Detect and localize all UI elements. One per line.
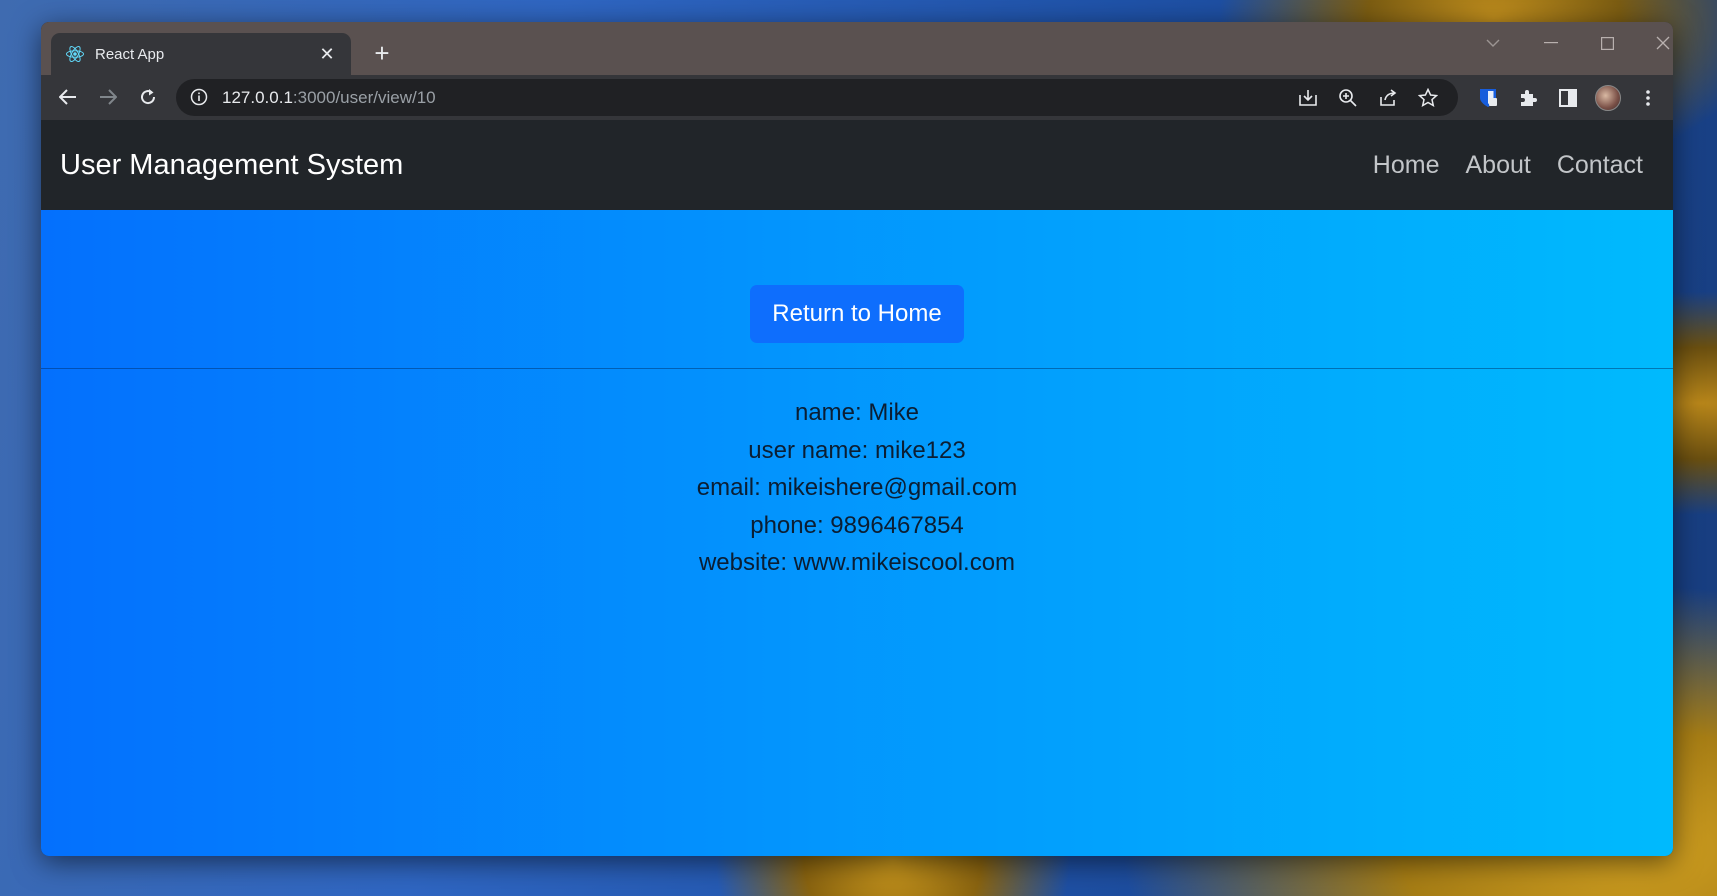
zoom-icon[interactable]: [1332, 82, 1364, 114]
user-name-field: name: Mike: [794, 399, 920, 426]
maximize-icon[interactable]: [1585, 28, 1629, 58]
tab-search-icon[interactable]: [1471, 28, 1515, 58]
side-panel-icon[interactable]: [1551, 79, 1585, 116]
browser-toolbar: 127.0.0.1:3000/user/view/10: [41, 75, 1673, 120]
bookmark-star-icon[interactable]: [1412, 82, 1444, 114]
user-phone-field: phone: 9896467854: [750, 511, 964, 539]
return-home-button[interactable]: Return to Home: [750, 285, 964, 343]
forward-icon[interactable]: [89, 78, 127, 116]
kebab-menu-icon[interactable]: [1631, 79, 1665, 116]
close-window-icon[interactable]: [1641, 28, 1673, 58]
close-tab-icon[interactable]: ✕: [317, 44, 337, 65]
share-icon[interactable]: [1372, 82, 1404, 114]
reload-icon[interactable]: [129, 78, 167, 116]
url-host: 127.0.0.1: [222, 87, 293, 107]
new-tab-button[interactable]: +: [365, 36, 399, 70]
minimize-icon[interactable]: [1529, 28, 1573, 58]
app-navbar: User Management System Home About Contac…: [41, 120, 1673, 210]
divider: [41, 368, 1673, 369]
browser-tab[interactable]: React App ✕: [51, 33, 351, 75]
user-email-field: email: mikeishere@gmail.com: [696, 474, 1018, 501]
profile-avatar[interactable]: [1591, 79, 1625, 116]
web-page: User Management System Home About Contac…: [41, 120, 1673, 856]
user-username-field: user name: mike123: [748, 436, 966, 464]
nav-link-contact[interactable]: Contact: [1557, 151, 1643, 180]
bitwarden-extension-icon[interactable]: [1471, 79, 1505, 116]
url-path: :3000/user/view/10: [292, 87, 436, 107]
nav-link-about[interactable]: About: [1465, 151, 1530, 180]
browser-window: React App ✕ + 127.0.0.1:3000/user/view/1…: [41, 22, 1673, 856]
extensions-puzzle-icon[interactable]: [1511, 79, 1545, 116]
user-view-content: Return to Home name: Mike user name: mik…: [41, 210, 1673, 856]
react-icon: [65, 44, 85, 64]
info-icon[interactable]: [190, 88, 210, 108]
back-icon[interactable]: [49, 78, 87, 116]
navbar-links: Home About Contact: [1373, 120, 1643, 210]
user-website-field: website: www.mikeiscool.com: [698, 549, 1016, 576]
tab-title: React App: [95, 45, 165, 63]
navbar-brand[interactable]: User Management System: [60, 149, 403, 182]
user-details: name: Mike user name: mike123 email: mik…: [41, 394, 1673, 582]
address-bar[interactable]: 127.0.0.1:3000/user/view/10: [176, 79, 1458, 116]
url-text[interactable]: 127.0.0.1:3000/user/view/10: [222, 88, 1292, 108]
nav-link-home[interactable]: Home: [1373, 151, 1440, 180]
install-app-icon[interactable]: [1292, 82, 1324, 114]
tab-strip: React App ✕ +: [41, 22, 1673, 75]
